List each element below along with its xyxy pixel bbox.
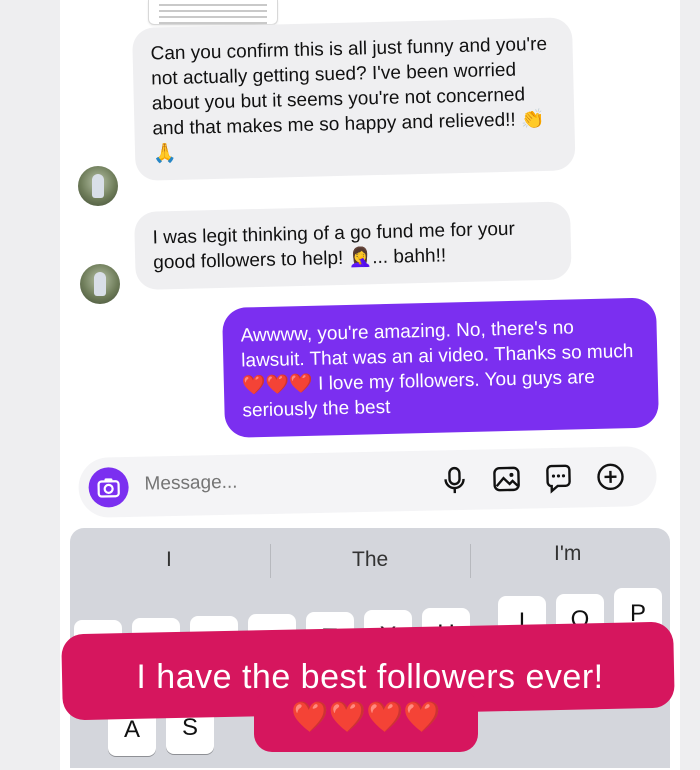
message-text: Can you confirm this is all just funny a… — [150, 34, 547, 165]
story-overlay-hearts: ❤️❤️❤️❤️ — [254, 700, 478, 735]
story-overlay-text: I have the best followers ever! — [70, 658, 670, 697]
suggestion-word[interactable]: I'm — [554, 542, 581, 566]
plus-icon[interactable] — [594, 461, 627, 494]
suggestion-word[interactable]: I — [166, 548, 172, 572]
suggestion-word[interactable]: The — [352, 548, 388, 572]
message-composer — [78, 446, 657, 518]
microphone-icon[interactable] — [438, 464, 471, 497]
shared-post-preview[interactable] — [148, 0, 278, 25]
message-bubble-outgoing[interactable]: Awwww, you're amazing. No, there's no la… — [222, 297, 659, 438]
message-text: Awwww, you're amazing. No, there's no la… — [240, 317, 633, 421]
sender-avatar[interactable] — [78, 166, 118, 206]
sender-avatar[interactable] — [80, 264, 120, 304]
suggestion-divider — [270, 544, 271, 578]
image-icon[interactable] — [490, 463, 523, 496]
message-bubble-incoming[interactable]: I was legit thinking of a go fund me for… — [134, 201, 572, 290]
suggestion-divider — [470, 544, 471, 578]
message-input[interactable] — [144, 469, 384, 496]
sticker-icon[interactable] — [542, 462, 575, 495]
camera-icon[interactable] — [88, 467, 129, 508]
message-text: I was legit thinking of a go fund me for… — [152, 219, 515, 274]
message-bubble-incoming[interactable]: Can you confirm this is all just funny a… — [132, 17, 576, 181]
